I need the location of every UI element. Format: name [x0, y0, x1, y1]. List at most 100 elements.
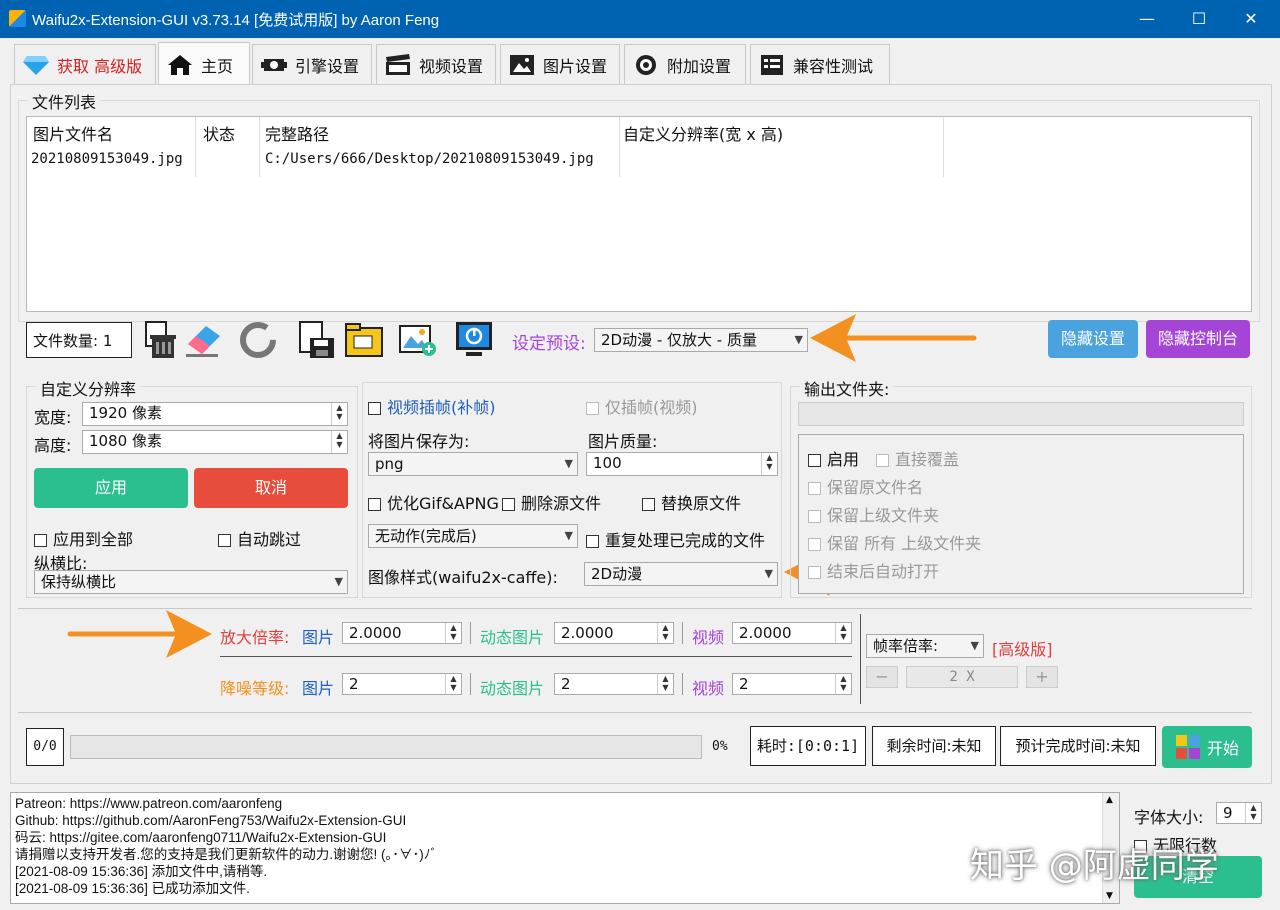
tab-engine-settings[interactable]: 引擎设置	[252, 44, 372, 84]
divider	[18, 608, 1252, 609]
tab-compatibility-test[interactable]: 兼容性测试	[750, 44, 890, 84]
maximize-button[interactable]: ☐	[1176, 0, 1222, 38]
spin-arrows-icon[interactable]: ▲ ▼	[835, 674, 851, 694]
hide-settings-button[interactable]: 隐藏设置	[1048, 320, 1138, 358]
aspect-select[interactable]: 保持纵横比 ▼	[34, 570, 348, 594]
apply-all-checkbox[interactable]: 应用到全部	[34, 526, 133, 550]
col-header-custom-res[interactable]: 自定义分辨率(宽 x 高)	[623, 121, 783, 145]
power-icon[interactable]	[454, 320, 494, 360]
start-button[interactable]: 开始	[1162, 726, 1252, 768]
spin-arrows-icon[interactable]: ▲ ▼	[445, 623, 461, 643]
tab-extra-settings[interactable]: 附加设置	[624, 44, 746, 84]
apply-button[interactable]: 应用	[34, 468, 188, 508]
keep-parent-checkbox[interactable]: 保留上级文件夹	[808, 502, 939, 526]
checkbox-icon	[502, 498, 515, 511]
divider	[220, 656, 852, 657]
log-line: 码云: https://gitee.com/aaronfeng0711/Waif…	[15, 830, 387, 845]
folder-icon[interactable]	[344, 320, 384, 360]
fps-multiplier-select[interactable]: 帧率倍率: ▼	[866, 634, 984, 658]
fps-select-value: 帧率倍率:	[873, 637, 939, 655]
file-list-table[interactable]: 图片文件名 状态 完整路径 自定义分辨率(宽 x 高) 202108091530…	[26, 116, 1252, 312]
output-folder-input[interactable]	[798, 402, 1244, 426]
save-format-select[interactable]: png ▼	[368, 452, 578, 476]
hide-console-button[interactable]: 隐藏控制台	[1146, 320, 1250, 358]
spin-arrows-icon[interactable]: ▲ ▼	[835, 623, 851, 643]
progress-percent: 0%	[712, 739, 728, 754]
eta-time: 预计完成时间:未知	[1000, 726, 1156, 766]
tab-home[interactable]: 主页	[158, 42, 250, 86]
checkbox-label: 保留原文件名	[827, 478, 924, 497]
chevron-down-icon: ▼	[794, 333, 803, 346]
save-list-icon[interactable]	[296, 320, 336, 360]
overwrite-checkbox[interactable]: 直接覆盖	[876, 446, 959, 470]
keep-name-checkbox[interactable]: 保留原文件名	[808, 474, 923, 498]
col-header-status[interactable]: 状态	[203, 121, 235, 145]
app-icon	[9, 10, 26, 27]
spin-arrows-icon[interactable]: ▲ ▼	[657, 674, 673, 694]
image-scale-input[interactable]: 2.0000 ▲ ▼	[342, 622, 462, 644]
style-label: 图像样式(waifu2x-caffe):	[368, 568, 558, 587]
spin-arrows-icon[interactable]: ▲ ▼	[1245, 803, 1261, 823]
font-size-input[interactable]: 9 ▲ ▼	[1216, 802, 1262, 824]
divider	[18, 712, 1252, 713]
video-scale-input[interactable]: 2.0000 ▲ ▼	[732, 622, 852, 644]
checkbox-label: 结束后自动打开	[827, 562, 940, 581]
replace-original-checkbox[interactable]: 替换原文件	[642, 490, 741, 514]
close-button[interactable]: ✕	[1228, 0, 1274, 38]
tab-get-premium[interactable]: 获取 高级版	[14, 44, 156, 84]
denoise-anim-label: 动态图片	[480, 679, 545, 698]
spin-arrows-icon[interactable]: ▲ ▼	[331, 403, 347, 425]
image-scale-value: 2.0000	[349, 624, 402, 642]
preset-select[interactable]: 2D动漫 - 仅放大 - 质量 ▼	[594, 328, 808, 352]
refresh-icon[interactable]	[238, 320, 278, 360]
scale-image-label: 图片	[302, 628, 335, 647]
spin-arrows-icon[interactable]: ▲ ▼	[445, 674, 461, 694]
checkbox-icon	[586, 402, 599, 415]
anim-noise-input[interactable]: 2 ▲ ▼	[554, 673, 674, 695]
style-select[interactable]: 2D动漫 ▼	[584, 562, 778, 586]
minimize-button[interactable]: —	[1124, 0, 1170, 38]
video-noise-value: 2	[739, 675, 749, 693]
scroll-up-icon[interactable]: ▲	[1106, 795, 1113, 805]
fps-minus-button[interactable]: −	[866, 666, 898, 688]
eraser-icon[interactable]	[184, 320, 224, 360]
video-noise-input[interactable]: 2 ▲ ▼	[732, 673, 852, 695]
width-input[interactable]: 1920 像素 ▲ ▼	[82, 402, 348, 426]
height-input[interactable]: 1080 像素 ▲ ▼	[82, 430, 348, 454]
image-add-icon[interactable]	[398, 320, 438, 360]
tab-image-settings[interactable]: 图片设置	[500, 44, 620, 84]
interp-only-checkbox[interactable]: 仅插帧(视频)	[586, 394, 698, 418]
frame-interp-checkbox[interactable]: 视频插帧(补帧)	[368, 394, 496, 418]
home-icon	[167, 54, 193, 76]
preset-label: 设定预设:	[512, 334, 586, 354]
width-value: 1920 像素	[89, 404, 162, 422]
log-console[interactable]: Patreon: https://www.patreon.com/aaronfe…	[10, 792, 1120, 904]
checkbox-label: 仅插帧(视频)	[605, 398, 698, 417]
image-noise-input[interactable]: 2 ▲ ▼	[342, 673, 462, 695]
reprocess-checkbox[interactable]: 重复处理已完成的文件	[586, 527, 765, 551]
auto-skip-checkbox[interactable]: 自动跳过	[218, 526, 301, 550]
col-header-path[interactable]: 完整路径	[265, 121, 329, 145]
keep-all-parent-checkbox[interactable]: 保留 所有 上级文件夹	[808, 530, 981, 554]
delete-source-checkbox[interactable]: 删除源文件	[502, 490, 601, 514]
cancel-button[interactable]: 取消	[194, 468, 348, 508]
quality-input[interactable]: 100 ▲ ▼	[586, 452, 778, 476]
tab-video-settings[interactable]: 视频设置	[376, 44, 496, 84]
font-size-value: 9	[1223, 804, 1233, 822]
trash-icon[interactable]	[138, 320, 178, 360]
spin-arrows-icon[interactable]: ▲ ▼	[657, 623, 673, 643]
denoise-video-label: 视频	[692, 679, 725, 698]
optimize-gif-checkbox[interactable]: 优化Gif&APNG	[368, 490, 499, 514]
output-enable-checkbox[interactable]: 启用	[808, 446, 859, 470]
fps-plus-button[interactable]: +	[1026, 666, 1058, 688]
anim-scale-input[interactable]: 2.0000 ▲ ▼	[554, 622, 674, 644]
auto-open-checkbox[interactable]: 结束后自动打开	[808, 558, 939, 582]
spin-arrows-icon[interactable]: ▲ ▼	[331, 431, 347, 453]
watermark-text: 知乎 @阿虚同学	[970, 846, 1219, 886]
col-header-filename[interactable]: 图片文件名	[33, 121, 113, 145]
scroll-down-icon[interactable]: ▼	[1106, 891, 1113, 901]
after-action-select[interactable]: 无动作(完成后) ▼	[368, 524, 578, 548]
divider	[470, 673, 471, 695]
table-row[interactable]: 20210809153049.jpg C:/Users/666/Desktop/…	[27, 145, 943, 175]
spin-arrows-icon[interactable]: ▲ ▼	[761, 453, 777, 475]
